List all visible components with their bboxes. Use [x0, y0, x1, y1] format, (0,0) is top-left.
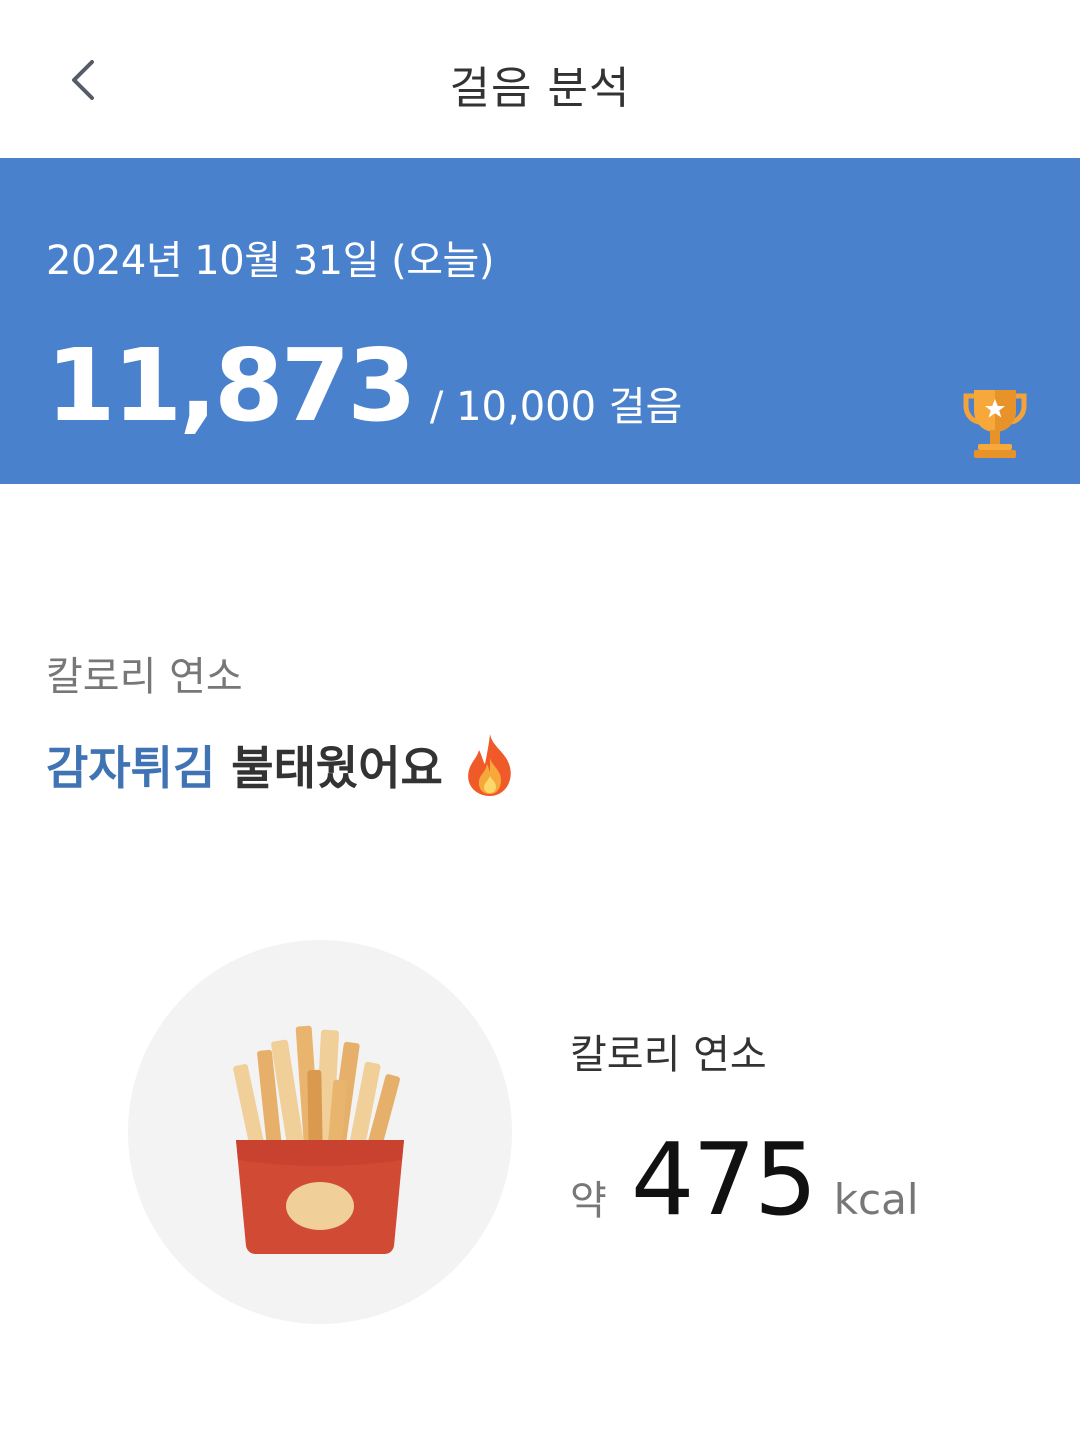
steps-goal: / 10,000 걸음 [429, 384, 683, 430]
page-title: 걸음 분석 [449, 63, 631, 114]
headline-food: 감자튀김 [46, 741, 216, 795]
calorie-label: 칼로리 연소 [570, 1032, 767, 1078]
steps-summary-banner: 2024년 10월 31일 (오늘) 11,873 / 10,000 걸음 [0, 158, 1080, 484]
approx-label: 약 [570, 1178, 607, 1224]
trophy-icon [963, 390, 1027, 458]
date-label: 2024년 10월 31일 (오늘) [46, 238, 494, 284]
fire-icon [468, 734, 511, 796]
food-illustration [128, 940, 512, 1324]
headline-text: 불태웠어요 [231, 741, 443, 795]
french-fries-icon [233, 1025, 404, 1254]
steps-count: 11,873 [46, 327, 417, 444]
steps-row: 11,873 / 10,000 걸음 [46, 336, 682, 436]
calorie-unit: kcal [833, 1175, 919, 1224]
section-label: 칼로리 연소 [46, 654, 243, 700]
step-analysis-screen: 걸음 분석 2024년 10월 31일 (오늘) 11,873 / 10,000… [0, 0, 1080, 1431]
header: 걸음 분석 [0, 0, 1080, 158]
calorie-headline: 감자튀김 불태웠어요 [46, 732, 519, 798]
calorie-value: 475 [630, 1121, 818, 1238]
calorie-value-row: 약 475 kcal [570, 1130, 919, 1230]
